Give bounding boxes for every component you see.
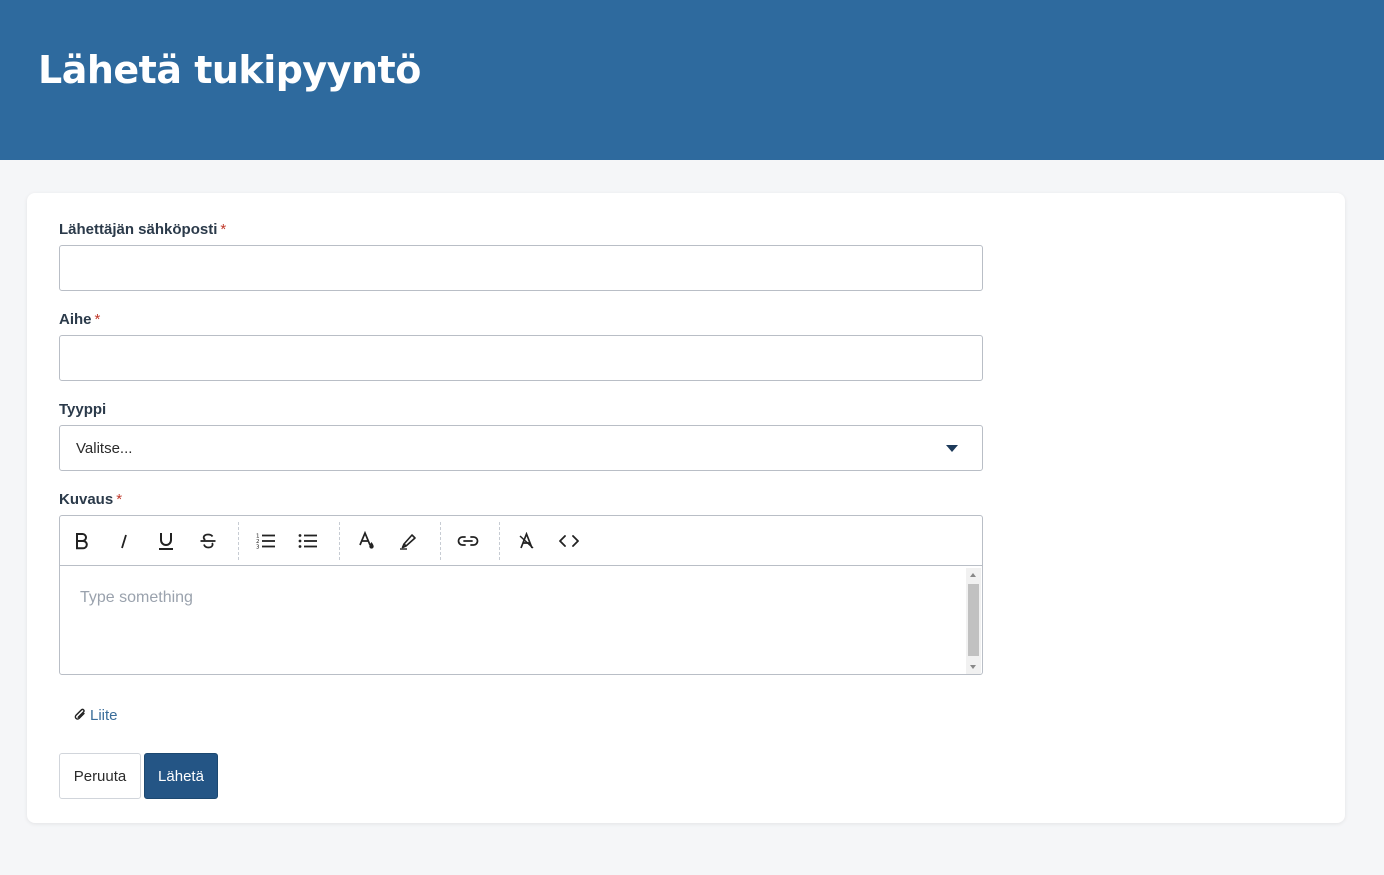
text-color-icon[interactable] bbox=[355, 529, 379, 553]
attachment-label: Liite bbox=[90, 706, 118, 724]
cancel-button[interactable]: Peruuta bbox=[59, 753, 141, 799]
toolbar-divider bbox=[339, 522, 340, 560]
submit-button[interactable]: Lähetä bbox=[144, 753, 218, 799]
description-label-text: Kuvaus bbox=[59, 491, 114, 508]
paperclip-icon bbox=[74, 708, 85, 720]
bold-icon[interactable] bbox=[70, 529, 94, 553]
email-label: Lähettäjän sähköposti * bbox=[59, 221, 226, 238]
link-icon[interactable] bbox=[456, 529, 480, 553]
svg-text:3: 3 bbox=[256, 545, 260, 551]
strikethrough-icon[interactable] bbox=[196, 529, 220, 553]
email-label-text: Lähettäjän sähköposti bbox=[59, 221, 218, 238]
type-label: Tyyppi bbox=[59, 401, 106, 418]
required-mark: * bbox=[220, 221, 227, 238]
toolbar-divider bbox=[440, 522, 441, 560]
type-label-text: Tyyppi bbox=[59, 401, 107, 418]
email-field[interactable] bbox=[59, 245, 983, 291]
page-header: Lähetä tukipyyntö bbox=[0, 0, 1384, 160]
page-title: Lähetä tukipyyntö bbox=[38, 48, 421, 92]
code-icon[interactable] bbox=[557, 529, 581, 553]
type-select-value: Valitse... bbox=[76, 440, 133, 457]
bullet-list-icon[interactable] bbox=[296, 529, 320, 553]
attachment-link[interactable]: Liite bbox=[73, 705, 118, 725]
form-card: Lähettäjän sähköposti * Aihe * Tyyppi Vali… bbox=[27, 193, 1345, 823]
description-textarea[interactable]: Type something bbox=[60, 567, 966, 674]
scroll-up-icon[interactable] bbox=[970, 573, 976, 577]
description-placeholder: Type something bbox=[80, 589, 193, 606]
required-mark: * bbox=[94, 311, 101, 328]
subject-label-text: Aihe bbox=[59, 311, 92, 328]
toolbar-divider bbox=[499, 522, 500, 560]
chevron-down-icon bbox=[946, 445, 958, 452]
subject-field[interactable] bbox=[59, 335, 983, 381]
editor-scrollbar[interactable] bbox=[966, 568, 981, 674]
italic-icon[interactable] bbox=[112, 529, 136, 553]
subject-label: Aihe * bbox=[59, 311, 100, 328]
ordered-list-icon[interactable]: 123 bbox=[254, 529, 278, 553]
toolbar-divider bbox=[238, 522, 239, 560]
clear-format-icon[interactable] bbox=[515, 529, 539, 553]
scrollbar-thumb[interactable] bbox=[968, 584, 979, 656]
description-label: Kuvaus * bbox=[59, 491, 122, 508]
underline-icon[interactable] bbox=[154, 529, 178, 553]
scroll-down-icon[interactable] bbox=[970, 665, 976, 669]
type-select[interactable]: Valitse... bbox=[59, 425, 983, 471]
description-editor: 123 Type something bbox=[59, 515, 983, 675]
highlight-icon[interactable] bbox=[397, 529, 421, 553]
required-mark: * bbox=[116, 491, 123, 508]
editor-toolbar: 123 bbox=[60, 516, 982, 566]
